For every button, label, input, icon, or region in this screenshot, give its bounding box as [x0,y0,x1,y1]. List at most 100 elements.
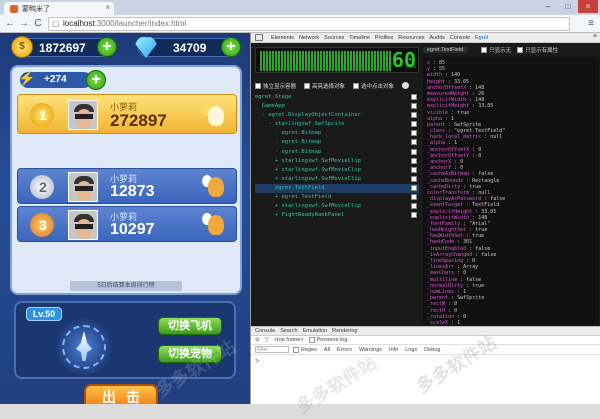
tree-node-checkbox[interactable] [411,112,417,119]
browser-tab[interactable]: 蒙鸭米了 × [4,2,114,15]
rank-row-3[interactable]: 3 小萝莉 10297 [17,206,237,242]
minimize-button[interactable]: – [538,0,558,13]
tree-node[interactable]: - egret.Bitmap [255,129,419,138]
preserve-log-checkbox[interactable] [308,337,315,343]
url-input[interactable]: ▢ localhost:3000/launcher/index.html [48,17,570,31]
level-warnings[interactable]: Warnings [359,347,382,353]
tree-node[interactable]: - egret.DisplayObjectContainer [255,111,419,120]
tree-node[interactable]: egret.Stage [255,93,419,102]
props-option-has[interactable]: 只显示有属性 [517,46,558,54]
maximize-button[interactable]: □ [558,0,578,13]
tab-search[interactable]: Search [280,328,297,334]
forward-button[interactable]: → [18,18,30,30]
tree-node[interactable]: + egret.TextField [255,193,419,202]
checkbox[interactable] [353,82,360,89]
tree-node[interactable]: + starlingswf.SwfMovieClip [255,175,419,184]
tab-emulation[interactable]: Emulation [303,328,327,334]
game-canvas[interactable]: $ 1872697 + 34709 + ⚡ +274 + 1 小萝莉 27289… [0,33,250,404]
tab-elements[interactable]: Elements [271,35,294,41]
regex-checkbox[interactable] [293,346,299,353]
tree-node-checkbox[interactable] [411,184,417,191]
tree-node-checkbox[interactable] [411,166,417,173]
tree-node[interactable]: GameApp [255,102,419,111]
tree-node[interactable]: - egret.Bitmap [255,138,419,147]
property-value: 148 [475,97,485,104]
filter-input[interactable]: Filter [255,346,289,353]
close-window-button[interactable]: × [578,0,598,13]
tab-sources[interactable]: Sources [324,35,344,41]
tab-rendering[interactable]: Rendering [332,328,357,334]
add-energy-button[interactable]: + [86,70,106,90]
checkbox[interactable] [304,82,311,89]
tree-node-checkbox[interactable] [411,212,417,219]
properties-list[interactable]: x : 85 y : 55 width : 140 height : 33.05 anc… [423,57,599,325]
gold-medal-icon: 1 [28,99,58,129]
tab-console-drawer[interactable]: Console [255,328,275,334]
devtools-close-icon[interactable]: × [593,33,597,40]
menu-icon[interactable]: ≡ [588,18,594,29]
add-gems-button[interactable]: + [221,37,241,57]
tab-resources[interactable]: Resources [398,35,424,41]
tree-node-checkbox[interactable] [411,121,417,128]
tab-timeline[interactable]: Timeline [349,35,370,41]
display-tree[interactable]: egret.Stage GameApp - egret.DisplayObjec… [255,93,419,323]
tree-node-checkbox[interactable] [411,194,417,201]
tree-node[interactable]: - starlingswf.SwfSprite [255,120,419,129]
tab-egret[interactable]: Egret [475,35,488,41]
switch-plane-button[interactable]: 切换飞机 [158,317,222,335]
tree-node[interactable]: egret.TextField [255,183,419,194]
tree-node-checkbox[interactable] [411,139,417,146]
tree-node-label: - starlingswf.SwfSprite [255,121,345,128]
option-show-container[interactable]: 独立显示容器 [255,82,296,90]
fight-button[interactable]: 出击 [84,384,158,404]
property-row[interactable]: _scaleX : 1 [427,320,599,325]
tab-close-icon[interactable]: × [105,3,110,12]
tree-node-checkbox[interactable] [411,203,417,210]
level-info[interactable]: Info [389,347,398,353]
tab-network[interactable]: Network [299,35,319,41]
tree-node-checkbox[interactable] [411,157,417,164]
rank-row-2[interactable]: 2 小萝莉 12873 [17,168,237,204]
level-logs[interactable]: Logs [405,347,417,353]
tree-node-checkbox[interactable] [411,103,417,110]
level-debug[interactable]: Debug [424,347,440,353]
rank-row-1[interactable]: 1 小萝莉 272897 [17,94,237,134]
tree-node-checkbox[interactable] [411,148,417,155]
tab-profiles[interactable]: Profiles [375,35,393,41]
back-button[interactable]: ← [4,18,16,30]
console-prompt[interactable]: > [251,358,600,365]
clear-console-icon[interactable]: ⊘ [255,337,260,343]
tree-node[interactable]: + starlingswf.SwfMovieClip [255,157,419,166]
option-select-clicked[interactable]: 选中点击对象 [353,82,394,90]
tab-audits[interactable]: Audits [430,35,445,41]
add-coins-button[interactable]: + [97,37,117,57]
tab-console[interactable]: Console [450,35,470,41]
filter-icon[interactable]: ▽ [265,337,269,343]
frame-select[interactable]: <top frame> [274,337,304,343]
tree-node-checkbox[interactable] [411,175,417,182]
switch-pet-button[interactable]: 切换宠物 [158,345,222,363]
tree-node[interactable]: - egret.Bitmap [255,148,419,157]
checkbox[interactable] [255,82,261,89]
refresh-icon[interactable] [402,82,410,89]
tree-node-checkbox[interactable] [411,94,417,100]
property-key: _scaleX [427,319,449,325]
option-highlight-selected[interactable]: 高亮选择对象 [304,82,345,90]
props-option-none[interactable]: 只显示无 [481,46,511,54]
property-value: 0 [478,146,482,153]
reload-button[interactable]: C [32,18,44,30]
property-key: explicitHeight [427,103,470,110]
level-all[interactable]: All [324,347,330,353]
pet-icon [202,209,230,239]
avatar [68,172,98,202]
property-value: 1 [454,140,458,147]
property-key: _anchorOffsetY [427,152,470,159]
level-errors[interactable]: Errors [337,347,352,353]
tree-node[interactable]: + FightReadyRankPanel [255,211,419,220]
tree-node-checkbox[interactable] [411,130,417,137]
dock-icon[interactable] [255,34,263,41]
property-key: _hasWidthSet [427,233,464,240]
tree-node[interactable]: + starlingswf.SwfMovieClip [255,202,419,211]
tree-node[interactable]: + starlingswf.SwfMovieClip [255,166,419,175]
property-value: null [490,134,503,141]
